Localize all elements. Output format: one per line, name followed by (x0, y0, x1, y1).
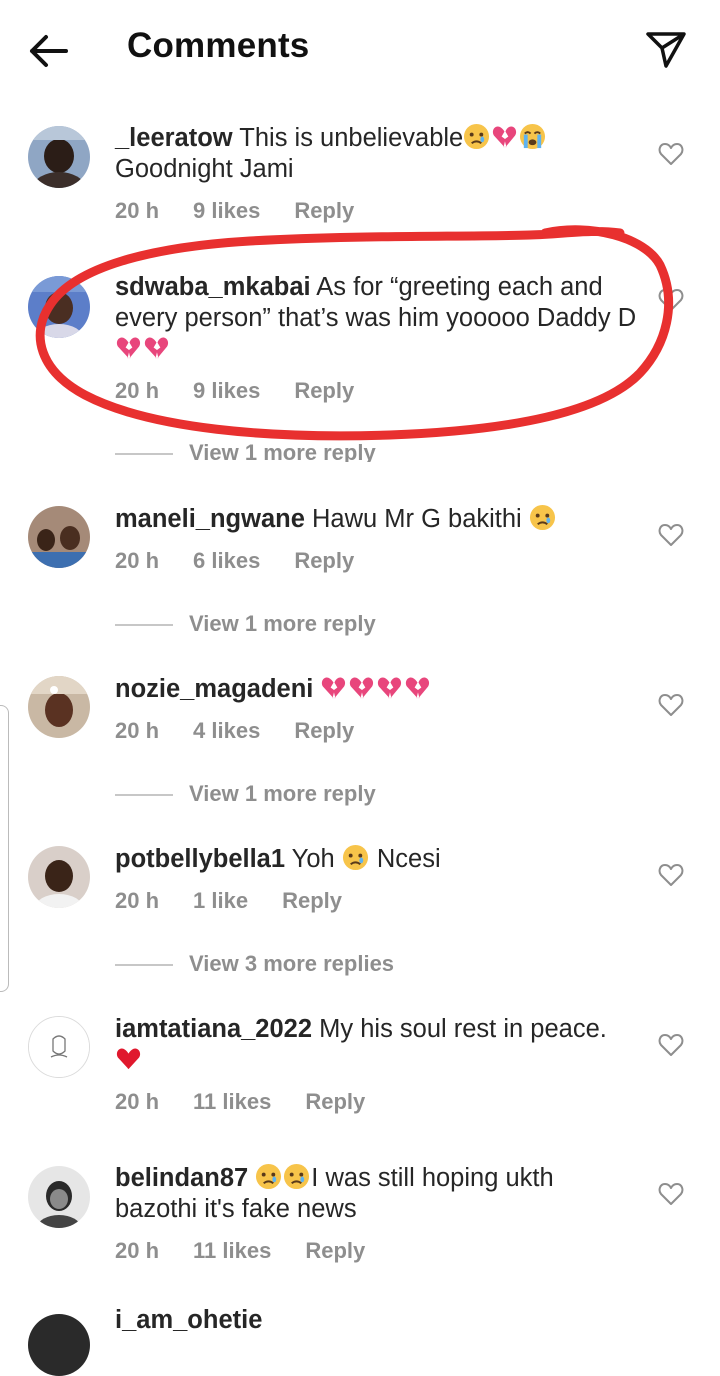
heart-outline-icon[interactable] (658, 142, 684, 166)
heart-outline-icon[interactable] (658, 1182, 684, 1206)
comment-username[interactable]: iamtatiana_2022 (115, 1015, 312, 1043)
back-button[interactable] (24, 26, 74, 76)
comment-meta: 20 h 4 likes Reply (115, 718, 388, 744)
comment-time: 20 h (115, 1238, 160, 1263)
comment-likes[interactable]: 6 likes (193, 548, 260, 573)
comment-meta: 20 h 9 likes Reply (115, 378, 388, 404)
broken-heart-icon (406, 677, 430, 699)
comment-meta: 20 h 1 like Reply (115, 888, 376, 914)
comment-username[interactable]: belindan87 (115, 1164, 248, 1192)
comments-header: Comments (0, 0, 720, 100)
comment-username[interactable]: nozie_magadeni (115, 675, 313, 703)
divider-line (115, 964, 173, 967)
share-button[interactable] (640, 24, 690, 74)
avatar[interactable] (28, 1166, 90, 1228)
comment-time: 20 h (115, 718, 160, 743)
comment-likes[interactable]: 9 likes (193, 378, 260, 403)
paper-plane-icon (646, 32, 686, 68)
comment-likes[interactable]: 4 likes (193, 718, 260, 743)
avatar[interactable] (28, 506, 90, 568)
heart-outline-icon[interactable] (658, 693, 684, 717)
reply-button[interactable]: Reply (294, 548, 354, 573)
crying-face-icon (284, 1163, 310, 1190)
view-more-replies-button[interactable]: View 1 more reply (115, 611, 376, 637)
loudly-crying-face-icon (520, 123, 546, 150)
avatar[interactable] (28, 1314, 90, 1376)
red-heart-icon (116, 1048, 141, 1070)
comment-meta: 20 h 9 likes Reply (115, 198, 388, 224)
avatar[interactable] (28, 676, 90, 738)
view-more-replies-button[interactable]: View 1 more reply (115, 781, 376, 807)
comment-text: _leeratow This is unbelievable Goodnight… (115, 123, 640, 185)
comment-time: 20 h (115, 548, 160, 573)
crying-face-icon (464, 123, 490, 150)
comment-text: potbellybella1 Yoh Ncesi (115, 844, 640, 875)
view-more-replies-button[interactable]: View 1 more reply (115, 440, 376, 462)
comment-username[interactable]: maneli_ngwane (115, 505, 305, 533)
broken-heart-icon (144, 337, 169, 359)
page-title: Comments (127, 26, 310, 65)
arrow-left-icon (30, 35, 68, 67)
avatar[interactable] (28, 126, 90, 188)
comment-time: 20 h (115, 888, 160, 913)
comment-body: Hawu Mr G bakithi (312, 505, 529, 533)
comment-text: belindan87 I was still hoping ukth bazot… (115, 1163, 640, 1225)
avatar[interactable] (28, 846, 90, 908)
scroll-edge-handle[interactable] (0, 705, 9, 992)
comment-body-line2: Goodnight Jami (115, 155, 294, 183)
comment-meta: 20 h 6 likes Reply (115, 548, 388, 574)
broken-heart-icon (322, 677, 346, 699)
reply-button[interactable]: Reply (294, 198, 354, 223)
comment-body: My his soul rest in peace. (319, 1015, 607, 1043)
comment-username[interactable]: _leeratow (115, 124, 233, 152)
comment-likes[interactable]: 1 like (193, 888, 248, 913)
comment-username[interactable]: sdwaba_mkabai (115, 273, 311, 301)
reply-button[interactable]: Reply (305, 1089, 365, 1114)
crying-face-icon (342, 844, 368, 871)
comment-username[interactable]: potbellybella1 (115, 845, 285, 873)
broken-heart-icon (116, 337, 141, 359)
heart-outline-icon[interactable] (658, 288, 684, 312)
reply-button[interactable]: Reply (294, 378, 354, 403)
reply-button[interactable]: Reply (305, 1238, 365, 1263)
comment-meta: 20 h 11 likes Reply (115, 1238, 399, 1264)
comment-text: nozie_magadeni (115, 674, 640, 705)
comment-text: maneli_ngwane Hawu Mr G bakithi (115, 504, 640, 535)
broken-heart-icon (350, 677, 374, 699)
crying-face-icon (529, 504, 555, 531)
heart-outline-icon[interactable] (658, 863, 684, 887)
comment-time: 20 h (115, 198, 160, 223)
comment-body-tail: Ncesi (369, 845, 441, 873)
comment-meta: 20 h 11 likes Reply (115, 1089, 399, 1115)
divider-line (115, 624, 173, 627)
heart-outline-icon[interactable] (658, 523, 684, 547)
comment-text: iamtatiana_2022 My his soul rest in peac… (115, 1014, 640, 1076)
divider-line (115, 453, 173, 456)
avatar[interactable] (28, 276, 90, 338)
comment-time: 20 h (115, 378, 160, 403)
crying-face-icon (256, 1163, 282, 1190)
comment-text: sdwaba_mkabai As for “greeting each and … (115, 272, 640, 365)
reply-button[interactable]: Reply (294, 718, 354, 743)
divider-line (115, 794, 173, 797)
comment-likes[interactable]: 9 likes (193, 198, 260, 223)
heart-outline-icon[interactable] (658, 1033, 684, 1057)
view-more-replies-button[interactable]: View 3 more replies (115, 951, 394, 977)
comment-body: Yoh (291, 845, 342, 873)
comment-time: 20 h (115, 1089, 160, 1114)
comment-username[interactable]: i_am_ohetie (115, 1306, 262, 1335)
comment-likes[interactable]: 11 likes (193, 1089, 271, 1114)
comment-likes[interactable]: 11 likes (193, 1238, 271, 1263)
avatar[interactable] (28, 1016, 90, 1078)
reply-button[interactable]: Reply (282, 888, 342, 913)
broken-heart-icon (493, 126, 517, 148)
broken-heart-icon (378, 677, 402, 699)
comment-body: This is unbelievable (239, 124, 464, 152)
